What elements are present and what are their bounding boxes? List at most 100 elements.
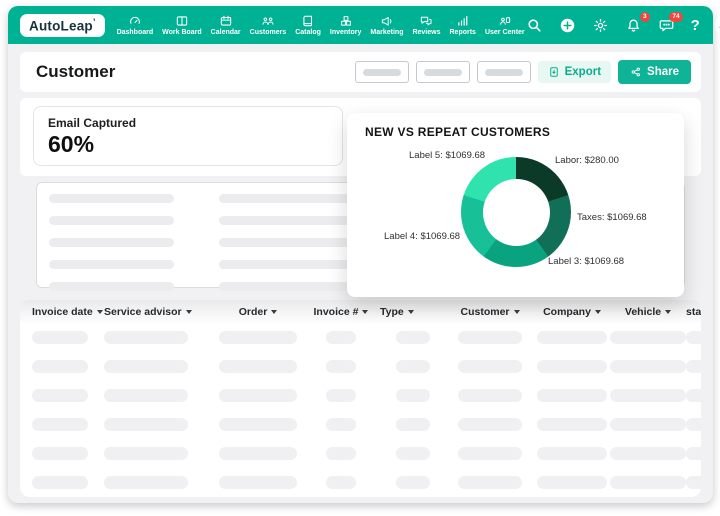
export-button[interactable]: Export: [537, 61, 612, 83]
share-nodes-icon: [631, 67, 640, 77]
table-cell: [534, 360, 610, 373]
nav-item-reports[interactable]: Reports: [449, 12, 477, 38]
skeleton-pill: [326, 360, 356, 373]
nav-label: Catalog: [295, 29, 321, 36]
table-header-row: Invoice date Service advisor Order Invoi…: [20, 300, 701, 323]
nav-item-reviews[interactable]: Reviews: [411, 12, 441, 38]
table-cell: [104, 447, 214, 460]
skeleton-pill: [686, 447, 701, 460]
skeleton-pill: [396, 447, 430, 460]
skeleton-pill: [219, 389, 297, 402]
table-row: [20, 323, 701, 352]
sort-arrow-icon: [665, 310, 672, 314]
skeleton-pill: [537, 360, 607, 373]
skeleton-pill: [537, 331, 607, 344]
table-cell: [104, 418, 214, 431]
reviews-icon: [421, 16, 432, 26]
table-cell: [380, 476, 446, 489]
column-header-order[interactable]: Order: [214, 306, 302, 318]
app-window: AutoLeap’ Dashboard Work Board Calendar …: [8, 6, 720, 503]
skeleton-bar: [49, 194, 174, 203]
column-label: status: [686, 305, 701, 318]
nav-item-user-center[interactable]: User Center: [484, 12, 526, 38]
table-cell: [534, 418, 610, 431]
search-icon[interactable]: [526, 16, 544, 34]
skeleton-pill: [104, 389, 188, 402]
column-header-invoice-date[interactable]: Invoice date: [32, 306, 104, 318]
skeleton-pill: [326, 447, 356, 460]
filter-select-skeleton-3[interactable]: [476, 61, 531, 83]
skeleton-pill: [610, 447, 686, 460]
nav-item-catalog[interactable]: Catalog: [294, 12, 322, 38]
table-cell: [302, 476, 380, 489]
nav-item-calendar[interactable]: Calendar: [210, 12, 242, 38]
slice-label-label-4: Label 4: $1069.68: [384, 231, 461, 242]
column-header-vehicle[interactable]: Vehicle: [610, 306, 686, 318]
table-cell: [32, 418, 104, 431]
sort-arrow-icon: [594, 310, 601, 314]
nav-item-work-board[interactable]: Work Board: [161, 12, 203, 38]
skeleton-pill: [686, 389, 701, 402]
table-cell: [380, 447, 446, 460]
table-cell: [302, 418, 380, 431]
invoices-table: Invoice date Service advisor Order Invoi…: [20, 300, 701, 497]
column-header-invoice-number[interactable]: Invoice #: [302, 306, 380, 318]
slice-label-label-5: Label 5: $1069.68: [409, 150, 486, 161]
skeleton-pill: [396, 331, 430, 344]
settings-gear-icon[interactable]: [592, 16, 610, 34]
filter-select-skeleton-2[interactable]: [415, 61, 470, 83]
donut-chart[interactable]: [461, 157, 571, 267]
table-row: [20, 410, 701, 439]
table-cell: [214, 476, 302, 489]
column-header-service-advisor[interactable]: Service advisor: [104, 306, 214, 318]
column-header-company[interactable]: Company: [534, 306, 610, 318]
table-cell: [686, 476, 701, 489]
filter-select-skeleton-1[interactable]: [354, 61, 409, 83]
skeleton-pill: [458, 447, 522, 460]
skeleton-pill: [686, 418, 701, 431]
header-actions: Export Share: [354, 60, 691, 84]
skeleton-pill: [32, 360, 88, 373]
skeleton-pill: [396, 389, 430, 402]
column-label: Company: [543, 305, 591, 318]
autoleap-logo[interactable]: AutoLeap’: [20, 13, 105, 37]
skeleton-pill: [458, 360, 522, 373]
chart-title: NEW VS REPEAT CUSTOMERS: [365, 125, 551, 139]
table-cell: [380, 389, 446, 402]
topbar-actions: 3 74 ? AM: [526, 12, 720, 36]
user-center-icon: [499, 17, 510, 25]
table-cell: [104, 389, 214, 402]
skeleton-pill: [104, 447, 188, 460]
avatar[interactable]: AM: [714, 14, 720, 36]
skeleton-bar: [49, 282, 174, 291]
nav-item-inventory[interactable]: Inventory: [329, 12, 363, 38]
messages-chat-icon[interactable]: 74: [658, 12, 683, 34]
notifications-bell-icon[interactable]: 3: [625, 12, 650, 34]
table-cell: [686, 418, 701, 431]
nav-label: Dashboard: [116, 29, 154, 36]
share-button[interactable]: Share: [618, 60, 691, 84]
skeleton-pill: [326, 331, 356, 344]
nav-item-dashboard[interactable]: Dashboard: [116, 12, 155, 38]
add-icon[interactable]: [559, 16, 577, 34]
column-label: Type: [380, 305, 404, 318]
skeleton-pill: [537, 389, 607, 402]
skeleton-pill: [32, 418, 88, 431]
nav-item-marketing[interactable]: Marketing: [369, 12, 404, 38]
dashboard-icon: [129, 16, 140, 24]
skeleton-pill: [686, 331, 701, 344]
table-cell: [610, 476, 686, 489]
slice-label-taxes: Taxes: $1069.68: [577, 212, 647, 223]
slice-label-labor: Labor: $280.00: [555, 155, 619, 166]
nav-label: Marketing: [370, 29, 404, 36]
email-captured-label: Email Captured: [48, 116, 137, 130]
column-header-type[interactable]: Type: [380, 306, 446, 318]
column-header-customer[interactable]: Customer: [446, 306, 534, 318]
nav-item-customers[interactable]: Customers: [249, 12, 288, 38]
email-captured-card: Email Captured 60%: [33, 106, 343, 166]
help-icon[interactable]: ?: [691, 17, 700, 34]
brand-name: AutoLeap: [29, 18, 93, 33]
table-row: [20, 381, 701, 410]
table-cell: [534, 389, 610, 402]
table-cell: [686, 331, 701, 344]
